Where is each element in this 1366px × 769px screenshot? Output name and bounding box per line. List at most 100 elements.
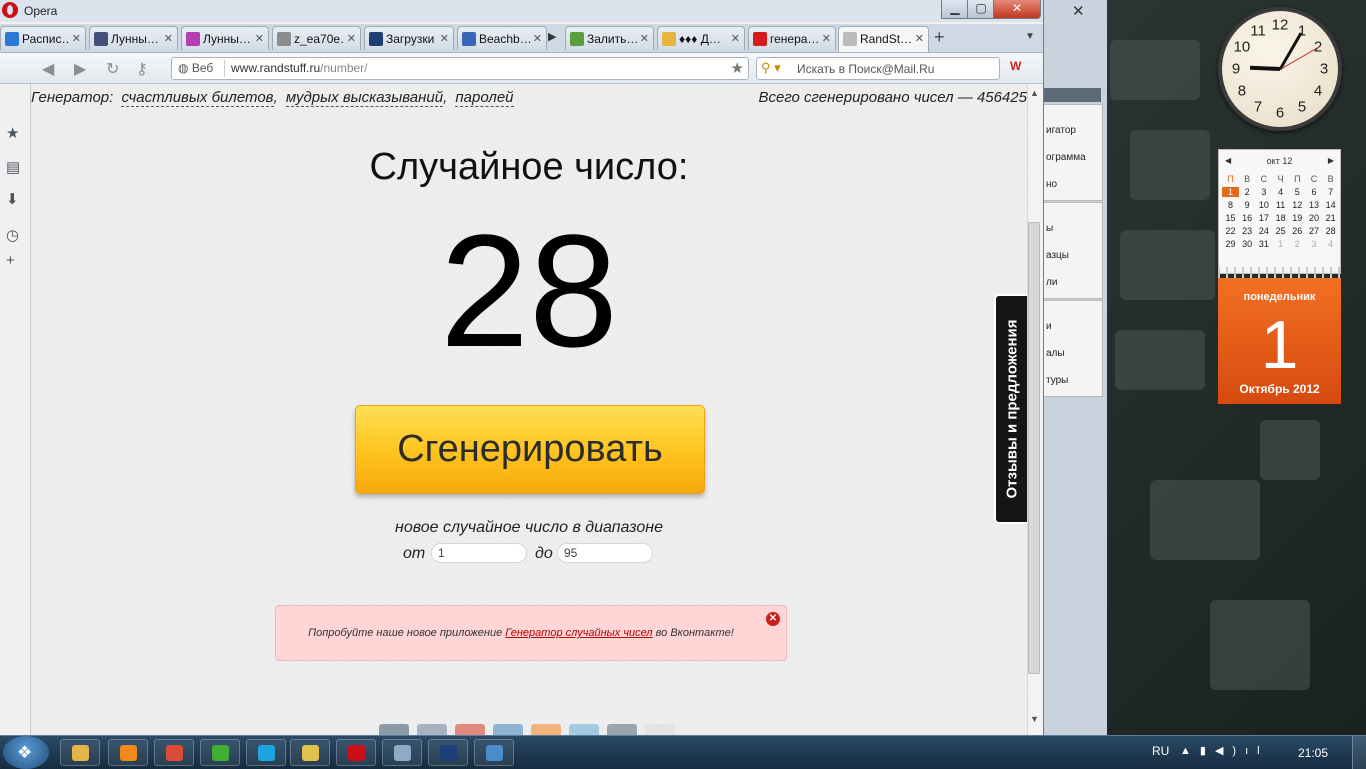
taskbar-chrome-button[interactable] bbox=[154, 739, 194, 766]
new-tab-button[interactable]: + bbox=[934, 27, 945, 48]
tab-9[interactable]: генера… ✕ bbox=[748, 26, 836, 50]
calendar-day[interactable]: 25 bbox=[1272, 226, 1289, 236]
calendar-next-icon[interactable]: ▶ bbox=[1328, 156, 1334, 165]
tab-scroll-right-icon[interactable]: ▶ bbox=[548, 30, 556, 43]
panel-item[interactable]: ли bbox=[1046, 277, 1057, 288]
tab-1[interactable]: Распис… ✕ bbox=[0, 26, 86, 50]
show-desktop-button[interactable] bbox=[1352, 736, 1366, 769]
calendar-day[interactable]: 12 bbox=[1289, 200, 1306, 210]
calendar-day[interactable]: 18 bbox=[1272, 213, 1289, 223]
panel-item[interactable]: и bbox=[1046, 321, 1052, 332]
taskbar-remote-desktop-button[interactable] bbox=[474, 739, 514, 766]
calendar-day[interactable]: 7 bbox=[1322, 187, 1339, 197]
bg-window-close-icon[interactable]: ✕ bbox=[1072, 2, 1085, 20]
scroll-up-icon[interactable]: ▲ bbox=[1030, 88, 1039, 98]
url-text[interactable]: www.randstuff.ru/number/ bbox=[231, 61, 368, 75]
calendar-day[interactable]: 5 bbox=[1289, 187, 1306, 197]
tab-close-icon[interactable]: ✕ bbox=[72, 32, 81, 45]
calendar-day[interactable]: 16 bbox=[1239, 213, 1256, 223]
tab-close-icon[interactable]: ✕ bbox=[533, 32, 542, 45]
tab-close-icon[interactable]: ✕ bbox=[255, 32, 264, 45]
taskbar-movie-maker-button[interactable] bbox=[290, 739, 330, 766]
calendar-day[interactable]: 1 bbox=[1222, 187, 1239, 197]
tab-8[interactable]: ♦♦♦ Д… ✕ bbox=[657, 26, 745, 50]
calendar-day[interactable]: 19 bbox=[1289, 213, 1306, 223]
close-button[interactable]: ✕ bbox=[993, 0, 1041, 19]
taskbar-media-player-button[interactable] bbox=[108, 739, 148, 766]
calendar-day[interactable]: 20 bbox=[1306, 213, 1323, 223]
back-arrow-icon[interactable]: ◀ bbox=[42, 59, 54, 79]
taskbar-utorrent-button[interactable] bbox=[200, 739, 240, 766]
start-button[interactable] bbox=[3, 736, 49, 769]
calendar-day[interactable]: 3 bbox=[1306, 239, 1323, 249]
history-clock-icon[interactable]: ◷ bbox=[6, 226, 19, 244]
forward-arrow-icon[interactable]: ▶ bbox=[74, 59, 86, 79]
calendar-day[interactable]: 11 bbox=[1272, 200, 1289, 210]
taskbar-skype-button[interactable] bbox=[246, 739, 286, 766]
share-button[interactable] bbox=[569, 724, 599, 735]
calendar-day[interactable]: 3 bbox=[1255, 187, 1272, 197]
key-icon[interactable]: ⚷ bbox=[136, 59, 148, 79]
tab-close-icon[interactable]: ✕ bbox=[822, 32, 831, 45]
link-wise-quotes[interactable]: мудрых высказываний bbox=[285, 89, 444, 107]
calendar-day[interactable]: 9 bbox=[1239, 200, 1256, 210]
minimize-button[interactable]: ▁ bbox=[941, 0, 969, 19]
search-engine-icon[interactable]: ⚲ ▾ bbox=[761, 60, 781, 76]
panel-item[interactable]: ограмма bbox=[1046, 152, 1086, 163]
tab-menu-chevron-icon[interactable]: ▼ bbox=[1025, 31, 1035, 42]
tab-close-icon[interactable]: ✕ bbox=[347, 32, 356, 45]
taskbar-opera-button[interactable] bbox=[336, 739, 376, 766]
tab-close-icon[interactable]: ✕ bbox=[440, 32, 449, 45]
calendar-day[interactable]: 23 bbox=[1239, 226, 1256, 236]
range-to-input[interactable]: 95 bbox=[557, 543, 653, 563]
share-button[interactable] bbox=[493, 724, 523, 735]
taskbar-calculator-button[interactable] bbox=[382, 739, 422, 766]
tab-close-icon[interactable]: ✕ bbox=[915, 32, 924, 45]
background-window[interactable]: игатор ограмма но ы азцы ли и алы туры bbox=[1040, 0, 1107, 735]
tab-6[interactable]: Beachb… ✕ bbox=[457, 26, 547, 50]
tray-arrow-icon[interactable]: ▲ bbox=[1180, 745, 1200, 757]
share-button[interactable] bbox=[379, 724, 409, 735]
panel-item[interactable]: но bbox=[1046, 179, 1057, 190]
calendar-day[interactable]: 27 bbox=[1306, 226, 1323, 236]
maximize-button[interactable]: ▢ bbox=[967, 0, 995, 19]
opera-logo-icon[interactable] bbox=[2, 2, 18, 18]
promo-close-icon[interactable]: ✕ bbox=[766, 612, 780, 626]
calendar-day[interactable]: 24 bbox=[1255, 226, 1272, 236]
calendar-day[interactable]: 26 bbox=[1289, 226, 1306, 236]
promo-link[interactable]: Генератор случайных чисел bbox=[505, 627, 652, 639]
calendar-day[interactable]: 22 bbox=[1222, 226, 1239, 236]
calendar-day[interactable]: 13 bbox=[1306, 200, 1323, 210]
search-box[interactable]: ⚲ ▾ Искать в Поиск@Mail.Ru bbox=[756, 57, 1000, 80]
tab-close-icon[interactable]: ✕ bbox=[731, 32, 740, 45]
calendar-day[interactable]: 10 bbox=[1255, 200, 1272, 210]
tray-icons[interactable]: ▲▮◀)ıl bbox=[1180, 744, 1269, 757]
tab-close-icon[interactable]: ✕ bbox=[164, 32, 173, 45]
language-indicator[interactable]: RU bbox=[1152, 744, 1169, 758]
calendar-today[interactable]: понедельник 1 Октябрь 2012 bbox=[1218, 278, 1341, 404]
calendar-day[interactable]: 15 bbox=[1222, 213, 1239, 223]
calendar-day[interactable]: 31 bbox=[1255, 239, 1272, 249]
feedback-tab[interactable]: Отзывы и предложения bbox=[994, 294, 1027, 524]
calendar-gadget[interactable]: ◀ окт 12 ▶ П В С Ч П С В 1 2 3 4 5 6 7 8 9 10 11 12 13 14 15 1… bbox=[1218, 149, 1341, 274]
calendar-day[interactable]: 4 bbox=[1322, 239, 1339, 249]
add-panel-icon[interactable]: + bbox=[6, 252, 15, 269]
reload-icon[interactable]: ↻ bbox=[106, 59, 119, 79]
tab-3[interactable]: Лунны… ✕ bbox=[181, 26, 269, 50]
share-button[interactable] bbox=[531, 724, 561, 735]
address-bar[interactable]: ◍ Веб www.randstuff.ru/number/ ★ bbox=[171, 57, 749, 80]
downloads-icon[interactable]: ⬇ bbox=[6, 190, 19, 208]
calendar-day[interactable]: 4 bbox=[1272, 187, 1289, 197]
scroll-down-icon[interactable]: ▼ bbox=[1030, 714, 1039, 724]
panel-item[interactable]: игатор bbox=[1046, 125, 1076, 136]
tab-close-icon[interactable]: ✕ bbox=[640, 32, 649, 45]
panel-item[interactable]: ы bbox=[1046, 223, 1053, 234]
calendar-day[interactable]: 17 bbox=[1255, 213, 1272, 223]
calendar-day[interactable]: 30 bbox=[1239, 239, 1256, 249]
volume-icon[interactable]: ◀) bbox=[1215, 745, 1245, 757]
tab-4[interactable]: z_ea70e…✕ bbox=[272, 26, 361, 50]
calendar-day[interactable]: 29 bbox=[1222, 239, 1239, 249]
calendar-day[interactable]: 1 bbox=[1272, 239, 1289, 249]
calendar-day[interactable]: 14 bbox=[1322, 200, 1339, 210]
calendar-day[interactable]: 21 bbox=[1322, 213, 1339, 223]
